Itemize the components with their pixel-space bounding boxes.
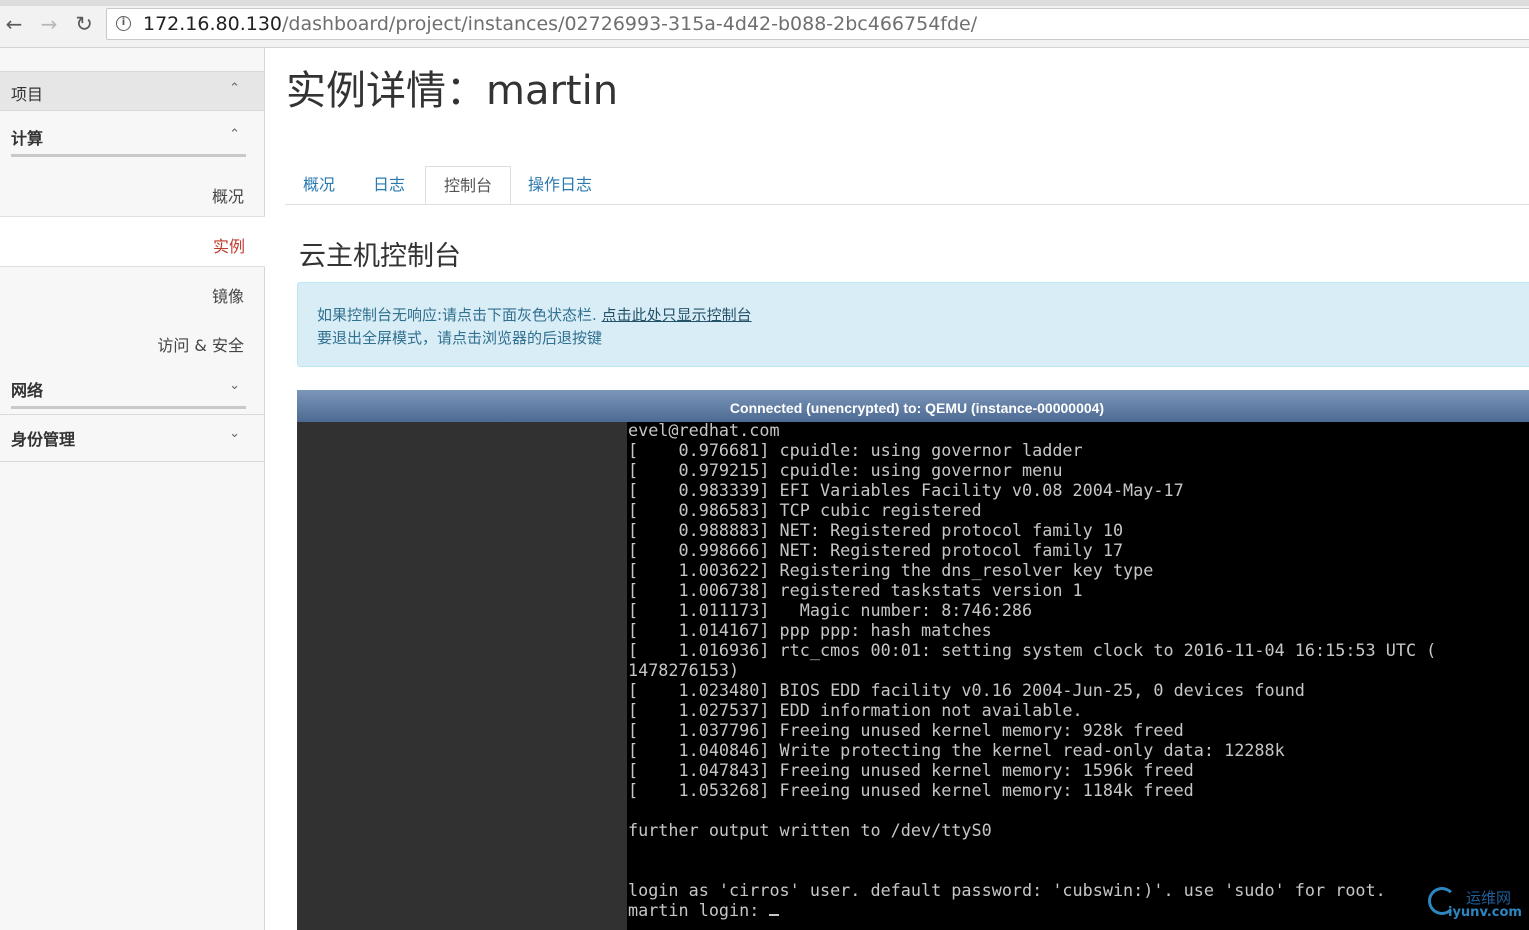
- console-line: [ 0.988883] NET: Registered protocol fam…: [628, 520, 1124, 540]
- alert-text: 如果控制台无响应:请点击下面灰色状态栏.: [317, 306, 602, 324]
- console-line: login as 'cirros' user. default password…: [628, 880, 1386, 900]
- page-title: 实例详情：martin: [286, 68, 619, 114]
- sidebar-item-images[interactable]: 镜像: [0, 267, 264, 316]
- console-line: [ 1.016936] rtc_cmos 00:01: setting syst…: [628, 640, 1437, 660]
- console-line: further output written to /dev/ttyS0: [628, 820, 992, 840]
- sidebar-identity-label: 身份管理: [11, 430, 76, 449]
- cursor: [769, 914, 780, 916]
- url-text[interactable]: 172.16.80.130/dashboard/project/instance…: [143, 13, 977, 35]
- console-line: [ 1.047843] Freeing unused kernel memory…: [628, 760, 1194, 780]
- chevron-up-icon: ⌃: [229, 127, 240, 142]
- browser-toolbar: ← → ↻ i 172.16.80.130/dashboard/project/…: [0, 0, 1529, 48]
- console-line: [ 1.037796] Freeing unused kernel memory…: [628, 720, 1184, 740]
- alert-line-2: 要退出全屏模式，请点击浏览器的后退按键: [317, 329, 603, 347]
- info-alert: 如果控制台无响应:请点击下面灰色状态栏. 点击此处只显示控制台 要退出全屏模式，…: [297, 282, 1529, 367]
- divider: [11, 154, 246, 157]
- sidebar-identity-header[interactable]: 身份管理 ⌄: [0, 414, 264, 462]
- url-host: 172.16.80.130: [143, 13, 283, 35]
- console-line: [ 0.983339] EFI Variables Facility v0.08…: [628, 480, 1184, 500]
- sidebar-item-label: 实例: [212, 237, 245, 256]
- console-line: [ 0.976681] cpuidle: using governor ladd…: [628, 440, 1083, 460]
- console-line: [ 1.023480] BIOS EDD facility v0.16 2004…: [628, 680, 1305, 700]
- console-only-link[interactable]: 点击此处只显示控制台: [602, 306, 752, 324]
- sidebar-compute-label: 计算: [11, 129, 44, 148]
- browser-tab-strip: [0, 0, 1529, 6]
- sidebar-item-label: 访问 & 安全: [157, 336, 244, 355]
- sidebar-network-label: 网络: [11, 381, 44, 400]
- reload-icon[interactable]: ↻: [72, 12, 96, 36]
- info-icon[interactable]: i: [116, 16, 131, 31]
- alert-line-1: 如果控制台无响应:请点击下面灰色状态栏. 点击此处只显示控制台: [317, 304, 752, 325]
- tab-console[interactable]: 控制台: [425, 166, 511, 204]
- sidebar-item-overview[interactable]: 概况: [0, 167, 264, 216]
- console-line: evel@redhat.com: [628, 422, 780, 440]
- sidebar-compute-header[interactable]: 计算 ⌃: [0, 111, 264, 157]
- console-line: [ 1.003622] Registering the dns_resolver…: [628, 560, 1154, 580]
- console-status-bar[interactable]: Connected (unencrypted) to: QEMU (instan…: [297, 390, 1529, 422]
- chevron-up-icon: ⌃: [229, 81, 240, 96]
- sidebar-item-label: 概况: [211, 187, 244, 206]
- chevron-down-icon: ⌄: [229, 426, 240, 441]
- forward-arrow-icon[interactable]: →: [37, 12, 61, 36]
- console-output: evel@redhat.com[ 0.976681] cpuidle: usin…: [628, 422, 1436, 920]
- back-arrow-icon[interactable]: ←: [2, 12, 26, 36]
- main-content: 实例详情：martin 概况 日志 控制台 操作日志 云主机控制台 如果控制台无…: [265, 48, 1529, 930]
- console-line: [ 0.986583] TCP cubic registered: [628, 500, 982, 520]
- sidebar-item-label: 镜像: [211, 287, 244, 306]
- console-line: [ 1.014167] ppp ppp: hash matches: [628, 620, 992, 640]
- address-bar[interactable]: i 172.16.80.130/dashboard/project/instan…: [106, 8, 1529, 40]
- console-screen[interactable]: evel@redhat.com[ 0.976681] cpuidle: usin…: [627, 422, 1529, 930]
- tab-log[interactable]: 日志: [353, 166, 425, 204]
- sidebar: 项目 ⌃ 计算 ⌃ 概况 实例 镜像 访问 & 安全 网络 ⌄ 身份管理 ⌄: [0, 48, 265, 930]
- watermark-en: iyunv.com: [1448, 905, 1522, 920]
- sidebar-item-instances[interactable]: 实例: [0, 216, 265, 267]
- sidebar-item-access-security[interactable]: 访问 & 安全: [0, 316, 264, 365]
- console-line: 1478276153): [628, 660, 740, 680]
- console-line: [ 1.027537] EDD information not availabl…: [628, 700, 1083, 720]
- url-path: /dashboard/project/instances/02726993-31…: [282, 13, 978, 35]
- chevron-down-icon: ⌄: [229, 378, 240, 393]
- tab-action-log[interactable]: 操作日志: [513, 166, 607, 204]
- sidebar-project-label: 项目: [11, 85, 44, 104]
- tab-overview[interactable]: 概况: [285, 166, 353, 204]
- console-line: martin login:: [628, 900, 1436, 920]
- tab-bar: 概况 日志 控制台 操作日志: [285, 166, 1529, 205]
- console-line: [ 1.040846] Write protecting the kernel …: [628, 740, 1285, 760]
- watermark-logo: 运维网 iyunv.com: [1428, 885, 1528, 929]
- console-line: [ 0.979215] cpuidle: using governor menu: [628, 460, 1063, 480]
- console-line: [ 1.053268] Freeing unused kernel memory…: [628, 780, 1194, 800]
- sidebar-network-header[interactable]: 网络 ⌄: [0, 365, 264, 409]
- console-line: [ 1.011173] Magic number: 8:746:286: [628, 600, 1033, 620]
- sidebar-project-header[interactable]: 项目 ⌃: [0, 71, 264, 111]
- divider: [11, 406, 246, 409]
- vnc-console[interactable]: Connected (unencrypted) to: QEMU (instan…: [297, 390, 1529, 930]
- console-line: [ 1.006738] registered taskstats version…: [628, 580, 1083, 600]
- section-title: 云主机控制台: [299, 241, 461, 272]
- console-line: [ 0.998666] NET: Registered protocol fam…: [628, 540, 1124, 560]
